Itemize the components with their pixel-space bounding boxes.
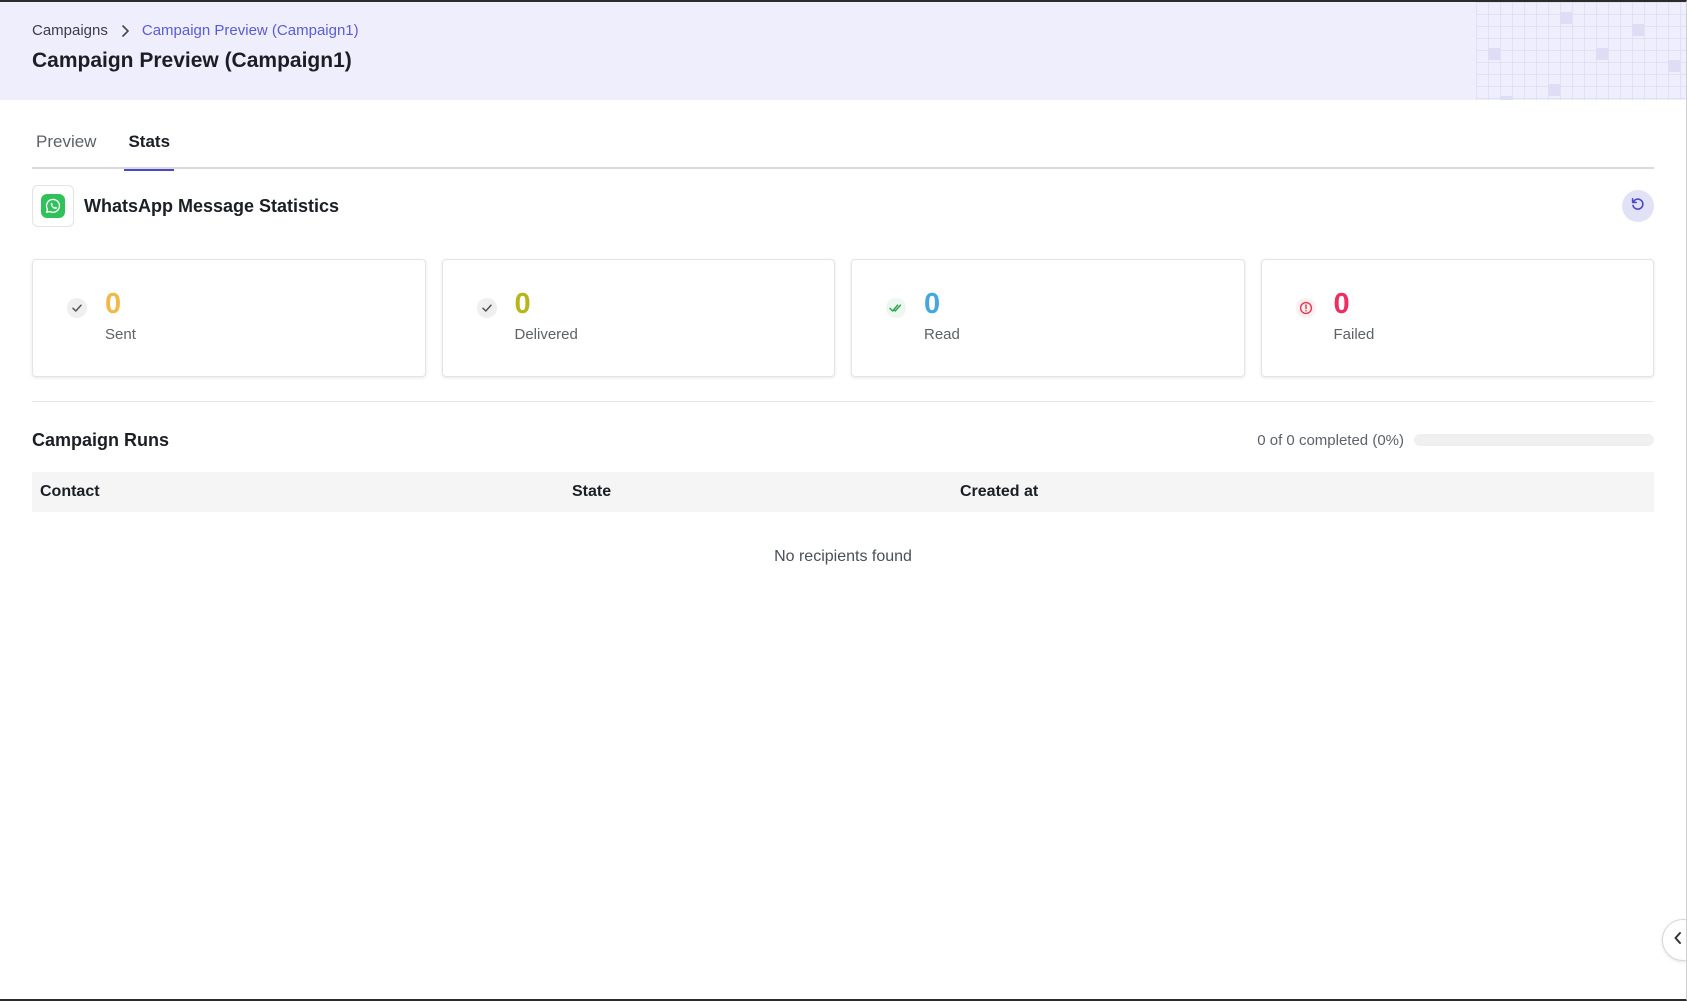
chevron-left-icon [1673, 931, 1683, 950]
whatsapp-icon-box [32, 185, 74, 227]
column-header-created-at[interactable]: Created at [952, 483, 1654, 501]
check-icon [67, 298, 87, 318]
stat-card-read: 0 Read [851, 259, 1245, 377]
progress-text: 0 of 0 completed (0%) [1257, 431, 1404, 449]
stat-card-sent: 0 Sent [32, 259, 426, 377]
refresh-button[interactable] [1622, 190, 1654, 222]
table-header: Contact State Created at [32, 472, 1654, 512]
page-title: Campaign Preview (Campaign1) [32, 49, 352, 72]
stat-value-failed: 0 [1333, 288, 1350, 320]
stat-cards: 0 Sent 0 Delivered 0 Read 0 Failed [32, 259, 1654, 377]
campaign-runs-table: Contact State Created at No recipients f… [32, 472, 1654, 566]
page-header: Campaigns Campaign Preview (Campaign1) C… [0, 2, 1686, 100]
breadcrumb-campaigns-link[interactable]: Campaigns [32, 22, 108, 39]
whatsapp-icon [41, 194, 65, 218]
stat-label-failed: Failed [1333, 326, 1375, 343]
double-check-icon [886, 298, 906, 318]
stat-card-delivered: 0 Delivered [441, 259, 835, 377]
stat-label-delivered: Delivered [514, 326, 578, 343]
app-frame: Campaigns Campaign Preview (Campaign1) C… [0, 0, 1687, 1001]
stat-value-sent: 0 [105, 288, 122, 320]
breadcrumb: Campaigns Campaign Preview (Campaign1) [32, 22, 1654, 39]
section-divider [32, 401, 1654, 402]
alert-circle-icon [1295, 298, 1316, 318]
check-icon [476, 298, 497, 318]
stat-label-sent: Sent [105, 326, 136, 343]
stat-card-failed: 0 Failed [1260, 259, 1654, 377]
stat-value-read: 0 [924, 288, 941, 320]
stat-value-delivered: 0 [514, 288, 531, 320]
tab-preview[interactable]: Preview [32, 124, 100, 169]
refresh-icon [1630, 196, 1646, 217]
stats-title: WhatsApp Message Statistics [84, 195, 340, 216]
stats-header: WhatsApp Message Statistics [32, 185, 1654, 227]
column-header-state[interactable]: State [564, 483, 952, 501]
breadcrumb-current: Campaign Preview (Campaign1) [141, 22, 359, 39]
chevron-right-icon [120, 24, 130, 37]
runs-progress: 0 of 0 completed (0%) [1257, 432, 1654, 449]
stats-title-group: WhatsApp Message Statistics [32, 185, 339, 227]
stat-label-read: Read [924, 326, 960, 343]
progress-bar [1414, 434, 1654, 446]
tab-bar: Preview Stats [32, 124, 1654, 171]
column-header-contact[interactable]: Contact [32, 483, 564, 501]
campaign-runs-header: Campaign Runs 0 of 0 completed (0%) [32, 428, 1654, 452]
empty-state-text: No recipients found [774, 548, 912, 565]
campaign-runs-title: Campaign Runs [32, 429, 170, 450]
collapse-panel-button[interactable] [1662, 919, 1686, 961]
tab-stats[interactable]: Stats [124, 124, 174, 171]
